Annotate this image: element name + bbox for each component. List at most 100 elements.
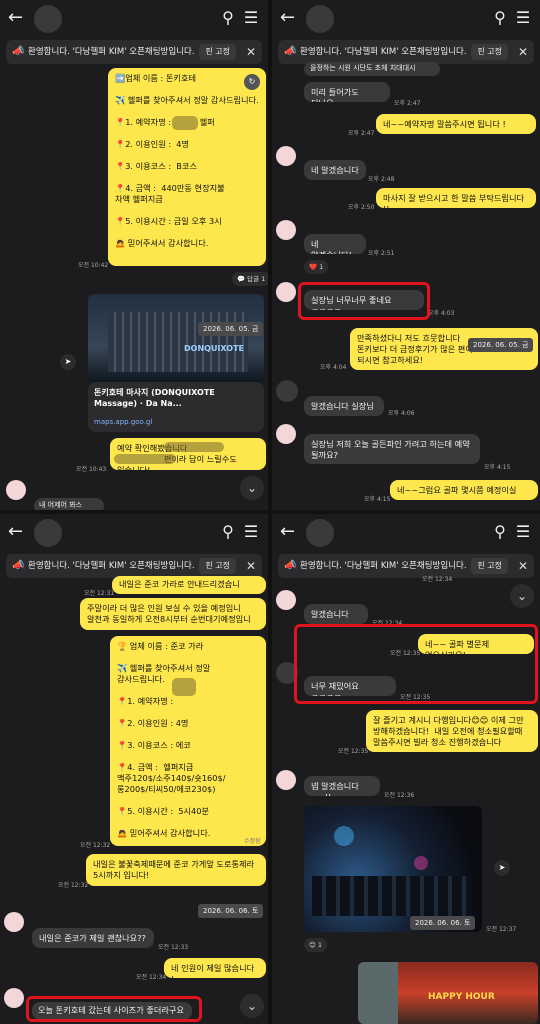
avatar[interactable] (4, 988, 24, 1008)
avatar[interactable] (306, 5, 334, 33)
close-icon[interactable]: ✕ (518, 40, 528, 64)
close-icon[interactable]: ✕ (246, 554, 256, 578)
message-bubble: 네~~그럼요 골파 몇시쯤 예정이실 (390, 480, 538, 500)
chat-panel-1: ← ⚲ ☰ 📣 환영합니다. '다낭헬퍼 KIM' 오픈채팅방입니다. 핀 고정… (0, 0, 268, 510)
message-bubble: 네 알겠습니다 (304, 160, 366, 180)
timestamp: 오전 12:37 (486, 926, 517, 933)
chevron-down-icon[interactable]: ⌄ (240, 476, 264, 500)
megaphone-icon: 📣 (12, 560, 25, 571)
timestamp: 오전 10:42 (78, 262, 109, 269)
pin-button[interactable]: 핀 고정 (199, 558, 236, 574)
back-arrow-icon[interactable]: ← (8, 7, 23, 29)
notice-banner[interactable]: 📣 환영합니다. '다낭헬퍼 KIM' 오픈채팅방입니다. 핀 고정 ✕ (6, 554, 262, 578)
reaction-badge[interactable]: ❤️ 1 (304, 260, 329, 274)
message-bubble: 내일은 준코 가라로 안내드리겠습니 (112, 576, 266, 594)
close-icon[interactable]: ✕ (246, 40, 256, 64)
avatar[interactable] (276, 590, 296, 610)
date-overlay: 2026. 06. 05. 금 (198, 322, 264, 336)
avatar[interactable] (276, 424, 296, 444)
search-icon[interactable]: ⚲ (490, 522, 510, 542)
notice-text: 환영합니다. '다낭헬퍼 KIM' 오픈채팅방입니다. (28, 561, 195, 571)
avatar[interactable] (276, 282, 296, 302)
avatar[interactable] (276, 770, 296, 790)
share-icon[interactable]: ➤ (60, 354, 76, 370)
message-bubble: 내일은 준코가 제일 괜찮나요?? (32, 928, 154, 948)
edited-label: 수정됨 (244, 838, 261, 845)
date-overlay: 2026. 06. 06. 토 (198, 904, 264, 918)
redacted-text (164, 442, 224, 452)
message-bubble: 내 어제어 봐스 (34, 498, 104, 510)
megaphone-icon: 📣 (12, 46, 25, 57)
back-arrow-icon[interactable]: ← (280, 7, 295, 29)
chat-panel-2: ← ⚲ ☰ 📣 환영합니다. '다낭헬퍼 KIM' 오픈채팅방입니다. 핀 고정… (272, 0, 540, 510)
timestamp: 오후 2:51 (368, 250, 395, 257)
shop-photo[interactable]: DONQUIXOTE 2026. 06. 05. 금 (88, 294, 264, 382)
message-bubble: 을정하는 시원 시단도 초체 치대대시 (304, 62, 440, 76)
pin-button[interactable]: 핀 고정 (471, 558, 508, 574)
pin-button[interactable]: 핀 고정 (199, 44, 236, 60)
avatar[interactable] (34, 5, 62, 33)
timestamp: 오후 4:03 (428, 310, 455, 317)
chevron-down-icon[interactable]: ⌄ (510, 584, 534, 608)
timestamp: 오전 12:32 (58, 882, 89, 889)
notice-banner[interactable]: 📣 환영합니다. '다낭헬퍼 KIM' 오픈채팅방입니다. 핀 고정 ✕ (278, 554, 534, 578)
back-arrow-icon[interactable]: ← (280, 521, 295, 543)
menu-icon[interactable]: ☰ (514, 8, 532, 28)
timestamp: 오후 2:47 (394, 100, 421, 107)
message-bubble: 실장님 저희 오늘 골든파인 가려고 하는데 예약 될까요? (304, 434, 480, 464)
search-icon[interactable]: ⚲ (490, 8, 510, 28)
screenshot-grid: ← ⚲ ☰ 📣 환영합니다. '다낭헬퍼 KIM' 오픈채팅방입니다. 핀 고정… (0, 0, 540, 1024)
avatar[interactable] (6, 480, 26, 500)
chat-header: ← ⚲ ☰ (272, 0, 540, 38)
share-icon[interactable]: ↻ (244, 74, 260, 90)
notice-banner[interactable]: 📣 환영합니다. '다낭헬퍼 KIM' 오픈채팅방입니다. 핀 고정 ✕ (6, 40, 262, 64)
chat-header: ← ⚲ ☰ (0, 0, 268, 38)
notice-text: 환영합니다. '다낭헬퍼 KIM' 오픈채팅방입니다. (300, 47, 467, 57)
avatar[interactable] (4, 912, 24, 932)
menu-icon[interactable]: ☰ (514, 522, 532, 542)
highlight-box (298, 282, 430, 320)
club-photo[interactable]: 2026. 06. 06. 토 (304, 806, 482, 932)
timestamp: 오후 4:15 (484, 464, 511, 471)
link-title: 돈키호테 마사지 (DONQUIXOTE Massage) · Da Na... (94, 388, 215, 408)
message-bubble: 미리 들어가도 되나요 (304, 82, 390, 102)
chat-panel-3: ← ⚲ ☰ 📣 환영합니다. '다낭헬퍼 KIM' 오픈채팅방입니다. 핀 고정… (0, 514, 268, 1024)
share-icon[interactable]: ➤ (494, 860, 510, 876)
avatar[interactable] (306, 519, 334, 547)
chevron-down-icon[interactable]: ⌄ (240, 994, 264, 1018)
reservation-card: ➡️업체 이름 : 돈키호테 ✈️ 헬퍼를 찾아주셔서 정말 감사드립니다. 📍… (108, 68, 266, 266)
message-bubble: 알겠습니다 실장님~ (304, 396, 384, 416)
close-icon[interactable]: ✕ (518, 554, 528, 578)
avatar[interactable] (276, 146, 296, 166)
avatar[interactable] (34, 519, 62, 547)
message-bubble: 내일은 불꽃축제때문에 준코 가게앞 도로통제라 5시까지 입니다! (86, 854, 266, 886)
street-photo[interactable]: HAPPY HOUR (358, 962, 538, 1024)
photo-sign: HAPPY HOUR (428, 992, 495, 1002)
avatar[interactable] (276, 380, 298, 402)
megaphone-icon: 📣 (284, 46, 297, 57)
search-icon[interactable]: ⚲ (218, 522, 238, 542)
timestamp: 오후 4:04 (320, 364, 347, 371)
chat-header: ← ⚲ ☰ (272, 514, 540, 552)
message-bubble: 잘 즐기고 계시니 다행입니다😊😊 이제 그만 방해하겠습니다! 내일 오전에 … (366, 710, 538, 752)
reaction-badge[interactable]: 😊 1 (304, 938, 327, 952)
link-url[interactable]: maps.app.goo.gl (94, 418, 152, 426)
redacted-name (172, 116, 198, 130)
menu-icon[interactable]: ☰ (242, 522, 260, 542)
reply-count[interactable]: 💬 답글 1 (232, 272, 268, 286)
menu-icon[interactable]: ☰ (242, 8, 260, 28)
photo-sign: DONQUIXOTE (184, 344, 245, 353)
message-bubble: 네 인원이 제일 많습니다 ! (164, 958, 266, 978)
highlight-box (26, 996, 202, 1022)
link-preview[interactable]: 돈키호테 마사지 (DONQUIXOTE Massage) · Da Na...… (88, 382, 264, 432)
search-icon[interactable]: ⚲ (218, 8, 238, 28)
timestamp: 오전 12:31 (84, 590, 115, 597)
avatar[interactable] (276, 220, 296, 240)
pin-button[interactable]: 핀 고정 (471, 44, 508, 60)
message-bubble: 주말이라 더 많은 인원 보실 수 있을 예정입니 알천과 동일하게 오전8시부… (80, 598, 266, 630)
notice-banner[interactable]: 📣 환영합니다. '다낭헬퍼 KIM' 오픈채팅방입니다. 핀 고정 ✕ (278, 40, 534, 64)
timestamp: 오전 10:43 (76, 466, 107, 473)
timestamp: 오후 2:50 (348, 204, 375, 211)
timestamp: 오전 12:32 (80, 842, 111, 849)
back-arrow-icon[interactable]: ← (8, 521, 23, 543)
